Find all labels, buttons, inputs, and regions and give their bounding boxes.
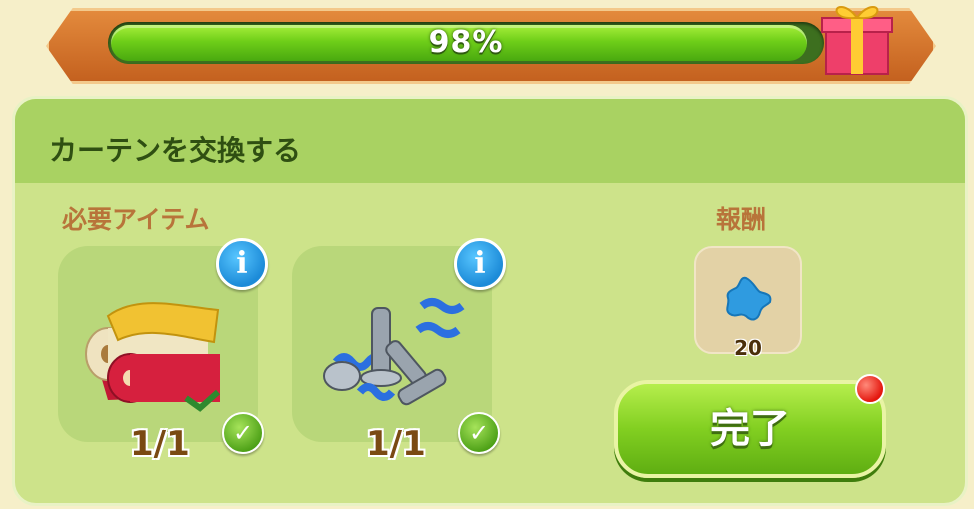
task-title: カーテンを交換する — [49, 134, 302, 167]
progress-percent: 98% — [428, 25, 504, 60]
item-count: 1/1 — [130, 424, 190, 464]
check-icon: ✓ — [458, 412, 500, 454]
fabric-rolls-icon — [85, 302, 220, 412]
bolts-springs-icon — [323, 298, 465, 406]
reward-amount: 20 — [734, 336, 762, 360]
check-icon: ✓ — [222, 412, 264, 454]
complete-button[interactable]: 完了 — [614, 380, 886, 478]
notification-dot — [855, 374, 885, 404]
info-button[interactable]: i — [216, 238, 268, 290]
info-button[interactable]: i — [454, 238, 506, 290]
gift-box-icon[interactable] — [818, 0, 896, 78]
required-items-label: 必要アイテム — [62, 205, 210, 234]
item-count: 1/1 — [366, 424, 426, 464]
required-item-card[interactable]: i 1/1 ✓ — [292, 238, 506, 464]
reward-label: 報酬 — [716, 205, 767, 234]
required-item-card[interactable]: i 1/1 ✓ — [58, 238, 268, 464]
